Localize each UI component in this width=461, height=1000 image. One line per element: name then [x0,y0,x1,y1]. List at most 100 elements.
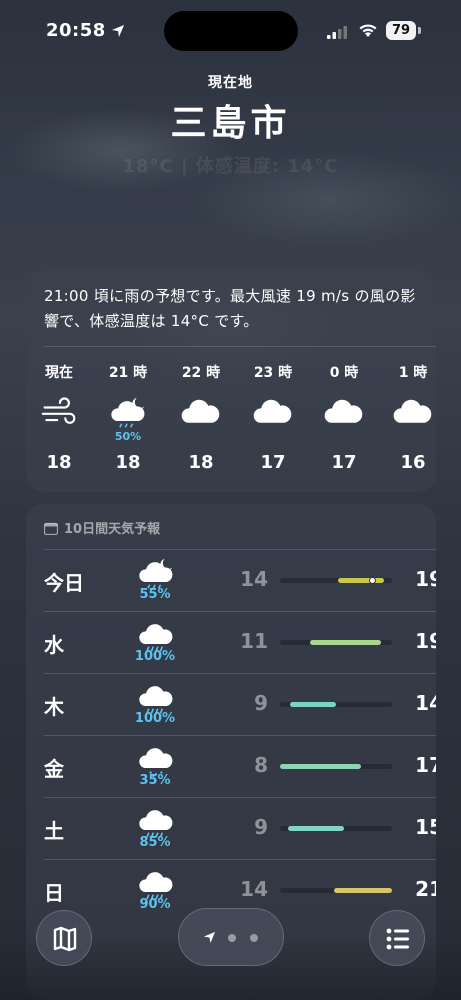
rain-icon [132,865,180,901]
hour-precipitation: 50% [114,430,142,443]
cloud-icon [314,394,374,448]
battery-indicator: 79 [386,21,416,40]
hour-temperature: 16 [400,452,426,473]
daily-title-text: 10日間天気予報 [64,522,161,537]
night-rain-icon [132,555,180,591]
day-low-temp: 9 [254,691,268,715]
drizzle-icon [132,741,180,778]
rain-icon [132,803,180,839]
rain-icon [132,679,180,715]
hour-label: 現在 [45,365,73,381]
page-dot[interactable] [250,934,258,942]
map-button[interactable] [36,910,92,966]
day-name: 今日 [44,571,84,595]
divider [44,735,436,736]
daily-row[interactable]: 木 100% 9 14 [44,673,436,735]
divider [44,549,436,550]
divider [44,611,436,612]
cloud-icon [171,394,231,448]
divider [44,797,436,798]
day-high-temp: 19 [415,629,436,653]
temp-range-track [280,702,392,707]
hour-temperature: 18 [115,452,141,473]
day-precipitation: 55% [139,587,171,602]
hour-label: 22 時 [181,365,221,381]
hour-label: 0 時 [329,365,359,381]
daily-row[interactable]: 今日 55% 14 19 [44,549,436,611]
hour-temperature: 17 [260,452,286,473]
day-high-temp: 19 [415,567,436,591]
temp-range-track [280,826,392,831]
location-label: 現在地 [208,75,253,91]
rain-icon [132,617,180,653]
temp-range-track [280,577,392,584]
city-list-button[interactable] [369,910,425,966]
night-rain-icon: 50% [98,394,158,448]
temp-range-bar [338,578,384,583]
temp-range-bar [290,702,336,707]
temp-range-bar [334,888,392,893]
hour-label: 1 時 [398,365,428,381]
cloud-icon [243,394,303,448]
day-high-temp: 14 [415,691,436,715]
hour-column: 0 時 17 [314,362,374,473]
hour-label: 21 時 [108,365,148,381]
temp-range-bar [288,826,344,831]
day-low-temp: 9 [254,815,268,839]
hour-column: 21 時 50% 18 [98,362,158,473]
hour-label: 23 時 [253,365,293,381]
current-temp-dot [369,577,376,584]
wind-icon [29,394,89,448]
page-dot[interactable] [228,934,236,942]
daily-row[interactable]: 金 35% 8 17 [44,735,436,797]
day-name: 木 [44,695,64,719]
hour-temperature: 18 [46,452,72,473]
day-name: 水 [44,633,64,657]
location-arrow-icon [203,931,216,944]
daily-title: 10日間天気予報 [44,518,160,537]
location-header: 現在地 三島市 18°C | 体感温度: 14°C [0,72,461,178]
day-high-temp: 17 [415,753,436,777]
divider [44,859,436,860]
status-time: 20:58 [46,20,106,41]
temp-range-track [280,640,392,645]
day-precipitation: 100% [134,711,176,726]
location-arrow-icon [112,25,124,37]
hour-column: 23 時 17 [243,362,303,473]
temp-range-bar [280,764,361,769]
daily-row[interactable]: 土 85% 9 15 [44,797,436,859]
hourly-forecast-card[interactable]: 21:00 頃に雨の予想です。最大風速 19 m/s の風の影響で、体感温度は … [26,270,436,492]
day-low-temp: 14 [240,877,268,901]
day-precipitation: 85% [139,835,171,850]
battery-cap [418,27,421,34]
list-icon [386,928,409,950]
day-precipitation: 90% [139,897,171,912]
day-name: 土 [44,819,64,843]
hourly-description: 21:00 頃に雨の予想です。最大風速 19 m/s の風の影響で、体感温度は … [44,287,416,330]
day-name: 金 [44,757,64,781]
temp-range-track [280,888,392,893]
day-high-temp: 15 [415,815,436,839]
wifi-icon [359,24,377,37]
divider [44,346,436,347]
temp-range-track [280,764,392,769]
day-low-temp: 14 [240,567,268,591]
map-icon [53,926,77,952]
status-bar: 20:58 79 [0,0,461,62]
cellular-signal-icon [327,26,347,39]
hour-column: 22 時 18 [171,362,231,473]
page-indicator[interactable] [178,908,284,966]
divider [44,673,436,674]
city-name: 三島市 [170,103,291,144]
hour-temperature: 17 [331,452,357,473]
temp-range-bar [310,640,381,645]
temperature-summary: 18°C | 体感温度: 14°C [122,156,339,177]
hour-column: 現在 18 [29,362,89,473]
dynamic-island [164,11,298,51]
hour-column: 1 時 16 [383,362,443,473]
daily-row[interactable]: 水 100% 11 19 [44,611,436,673]
cloud-icon [383,394,443,448]
day-high-temp: 21 [415,877,436,901]
day-precipitation: 100% [134,649,176,664]
hour-temperature: 18 [188,452,214,473]
